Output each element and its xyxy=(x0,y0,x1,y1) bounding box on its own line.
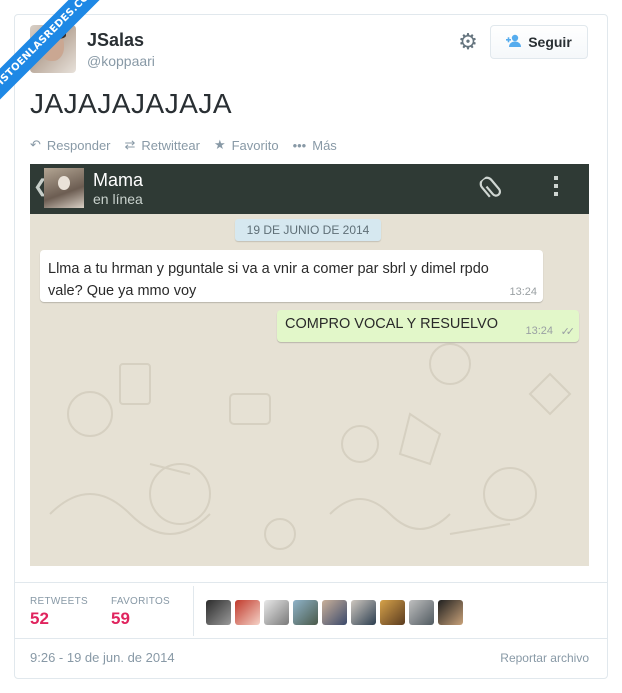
attach-icon[interactable] xyxy=(477,171,514,209)
outgoing-message: COMPRO VOCAL Y RESUELVO 13:24 ✓✓ xyxy=(277,310,579,342)
tweet-actions: ↶ Responder ⇄ Retwittear ★ Favorito ••• … xyxy=(30,137,351,153)
incoming-message: Llma a tu hrman y pguntale si va a vnir … xyxy=(40,250,543,302)
watermark-ribbon: VISTOENLASREDES.COM xyxy=(0,0,120,120)
favoriter-avatar[interactable] xyxy=(235,600,260,625)
favoriters-list xyxy=(206,600,463,625)
double-check-icon: ✓✓ xyxy=(560,326,576,338)
message-time: 13:24 xyxy=(525,325,553,337)
follow-label: Seguir xyxy=(528,34,572,50)
message-text: Llma a tu hrman y pguntale si va a vnir … xyxy=(48,261,489,299)
reply-button[interactable]: ↶ Responder xyxy=(30,137,111,153)
more-label: Más xyxy=(312,137,337,153)
favoriter-avatar[interactable] xyxy=(409,600,434,625)
favoriter-avatar[interactable] xyxy=(206,600,231,625)
contact-status: en línea xyxy=(93,191,143,207)
retweet-label: Retwittear xyxy=(141,137,200,153)
favoriter-avatar[interactable] xyxy=(438,600,463,625)
person-plus-icon xyxy=(506,34,522,50)
contact-name: Mama xyxy=(93,170,144,190)
favoriter-avatar[interactable] xyxy=(380,600,405,625)
report-link[interactable]: Reportar archivo xyxy=(500,651,589,665)
more-icon: ••• xyxy=(292,137,307,153)
retweet-button[interactable]: ⇄ Retwittear xyxy=(125,137,200,153)
follow-button[interactable]: Seguir xyxy=(490,25,588,59)
attached-image[interactable]: ❮ Mama en línea 19 DE JUNIO DE 2014 Llma… xyxy=(30,164,589,566)
favoriter-avatar[interactable] xyxy=(264,600,289,625)
overflow-menu-icon[interactable] xyxy=(554,176,558,200)
favorites-count[interactable]: 59 xyxy=(111,609,130,629)
favorite-button[interactable]: ★ Favorito xyxy=(214,137,279,153)
message-text: COMPRO VOCAL Y RESUELVO xyxy=(285,316,498,332)
message-time: 13:24 xyxy=(509,286,537,298)
star-icon: ★ xyxy=(213,137,226,152)
date-chip: 19 DE JUNIO DE 2014 xyxy=(235,219,381,241)
favoriter-avatar[interactable] xyxy=(293,600,318,625)
stats-separator xyxy=(193,586,194,636)
retweets-count[interactable]: 52 xyxy=(30,609,49,629)
chat-header: ❮ Mama en línea xyxy=(30,164,589,214)
favorites-label: FAVORITOS xyxy=(111,596,171,607)
reply-icon: ↶ xyxy=(30,137,41,152)
favoriter-avatar[interactable] xyxy=(351,600,376,625)
divider xyxy=(14,638,608,639)
divider xyxy=(14,582,608,583)
retweet-icon: ⇄ xyxy=(124,137,136,152)
gear-icon[interactable]: ⚙ xyxy=(457,31,479,53)
retweets-label: RETWEETS xyxy=(30,596,88,607)
contact-avatar[interactable] xyxy=(44,168,84,208)
more-button[interactable]: ••• Más xyxy=(293,137,337,153)
favoriter-avatar[interactable] xyxy=(322,600,347,625)
favorite-label: Favorito xyxy=(231,137,279,153)
tweet-timestamp[interactable]: 9:26 - 19 de jun. de 2014 xyxy=(30,650,175,665)
watermark-text: VISTOENLASREDES.COM xyxy=(0,0,113,107)
reply-label: Responder xyxy=(46,137,111,153)
